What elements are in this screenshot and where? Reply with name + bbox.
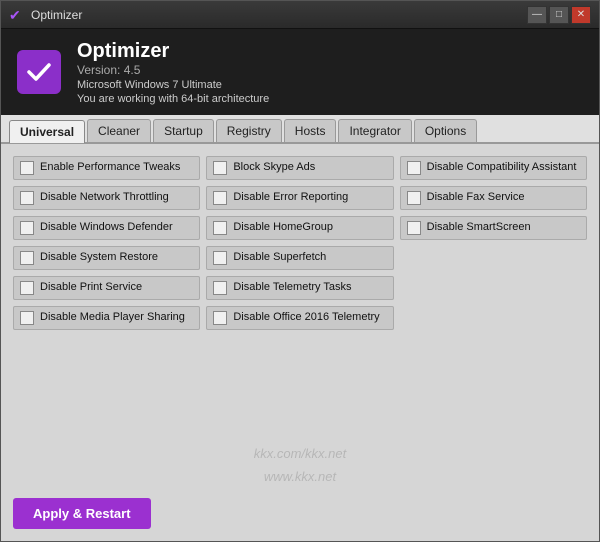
watermark-line2: www.kkx.net [13,469,587,484]
label-compat-asst: Disable Compatibility Assistant [427,161,577,174]
checkbox-sys-restore[interactable] [20,251,34,265]
tab-universal[interactable]: Universal [9,120,85,143]
checkbox-office-telem[interactable] [213,311,227,325]
checkbox-compat-asst[interactable] [407,161,421,175]
label-net-throttle: Disable Network Throttling [40,191,169,204]
app-header: Optimizer Version: 4.5 Microsoft Windows… [1,29,599,115]
app-version: Version: 4.5 [77,63,269,77]
tab-bar: Universal Cleaner Startup Registry Hosts… [1,115,599,144]
tab-registry[interactable]: Registry [216,119,282,142]
option-office-telem[interactable]: Disable Office 2016 Telemetry [206,306,393,330]
checkbox-smartscreen[interactable] [407,221,421,235]
watermark-line1: kkx.com/kkx.net [13,446,587,461]
window-controls: — □ ✕ [527,6,591,24]
label-skype-ads: Block Skype Ads [233,161,315,174]
label-perf-tweaks: Enable Performance Tweaks [40,161,180,174]
label-office-telem: Disable Office 2016 Telemetry [233,311,379,324]
option-sys-restore[interactable]: Disable System Restore [13,246,200,270]
app-info: Optimizer Version: 4.5 Microsoft Windows… [77,39,269,105]
label-sys-restore: Disable System Restore [40,251,158,264]
checkbox-superfetch[interactable] [213,251,227,265]
logo-icon [17,50,61,94]
close-button[interactable]: ✕ [571,6,591,24]
col1: Enable Performance Tweaks Disable Networ… [13,156,200,442]
sys-info-line1: Microsoft Windows 7 Ultimate [77,79,269,91]
option-homegroup[interactable]: Disable HomeGroup [206,216,393,240]
label-telemetry: Disable Telemetry Tasks [233,281,351,294]
sys-info-line2: You are working with 64-bit architecture [77,93,269,105]
options-grid: Enable Performance Tweaks Disable Networ… [13,156,587,442]
checkbox-print-svc[interactable] [20,281,34,295]
option-skype-ads[interactable]: Block Skype Ads [206,156,393,180]
tab-cleaner[interactable]: Cleaner [87,119,151,142]
label-fax-svc: Disable Fax Service [427,191,525,204]
option-compat-asst[interactable]: Disable Compatibility Assistant [400,156,587,180]
label-defender: Disable Windows Defender [40,221,173,234]
tab-hosts[interactable]: Hosts [284,119,337,142]
maximize-button[interactable]: □ [549,6,569,24]
checkbox-defender[interactable] [20,221,34,235]
option-media-sharing[interactable]: Disable Media Player Sharing [13,306,200,330]
app-icon: ✔ [9,7,25,23]
option-print-svc[interactable]: Disable Print Service [13,276,200,300]
checkbox-perf-tweaks[interactable] [20,161,34,175]
main-window: ✔ Optimizer — □ ✕ Optimizer Version: 4.5… [0,0,600,542]
tab-integrator[interactable]: Integrator [338,119,411,142]
option-fax-svc[interactable]: Disable Fax Service [400,186,587,210]
tab-options[interactable]: Options [414,119,477,142]
window-title: Optimizer [31,8,82,22]
label-homegroup: Disable HomeGroup [233,221,333,234]
option-telemetry[interactable]: Disable Telemetry Tasks [206,276,393,300]
checkbox-net-throttle[interactable] [20,191,34,205]
title-bar-left: ✔ Optimizer [9,7,82,23]
checkbox-skype-ads[interactable] [213,161,227,175]
checkbox-media-sharing[interactable] [20,311,34,325]
label-media-sharing: Disable Media Player Sharing [40,311,185,324]
label-error-report: Disable Error Reporting [233,191,348,204]
col3: Disable Compatibility Assistant Disable … [400,156,587,442]
title-bar: ✔ Optimizer — □ ✕ [1,1,599,29]
app-name: Optimizer [77,39,269,63]
option-superfetch[interactable]: Disable Superfetch [206,246,393,270]
apply-restart-button[interactable]: Apply & Restart [13,498,151,529]
checkbox-fax-svc[interactable] [407,191,421,205]
minimize-button[interactable]: — [527,6,547,24]
option-defender[interactable]: Disable Windows Defender [13,216,200,240]
checkbox-error-report[interactable] [213,191,227,205]
checkbox-telemetry[interactable] [213,281,227,295]
option-error-report[interactable]: Disable Error Reporting [206,186,393,210]
label-superfetch: Disable Superfetch [233,251,326,264]
label-print-svc: Disable Print Service [40,281,142,294]
tab-startup[interactable]: Startup [153,119,214,142]
bottom-area: Apply & Restart [13,498,587,529]
option-perf-tweaks[interactable]: Enable Performance Tweaks [13,156,200,180]
option-net-throttle[interactable]: Disable Network Throttling [13,186,200,210]
main-content: Enable Performance Tweaks Disable Networ… [1,144,599,541]
label-smartscreen: Disable SmartScreen [427,221,531,234]
checkbox-homegroup[interactable] [213,221,227,235]
option-smartscreen[interactable]: Disable SmartScreen [400,216,587,240]
col2: Block Skype Ads Disable Error Reporting … [206,156,393,442]
